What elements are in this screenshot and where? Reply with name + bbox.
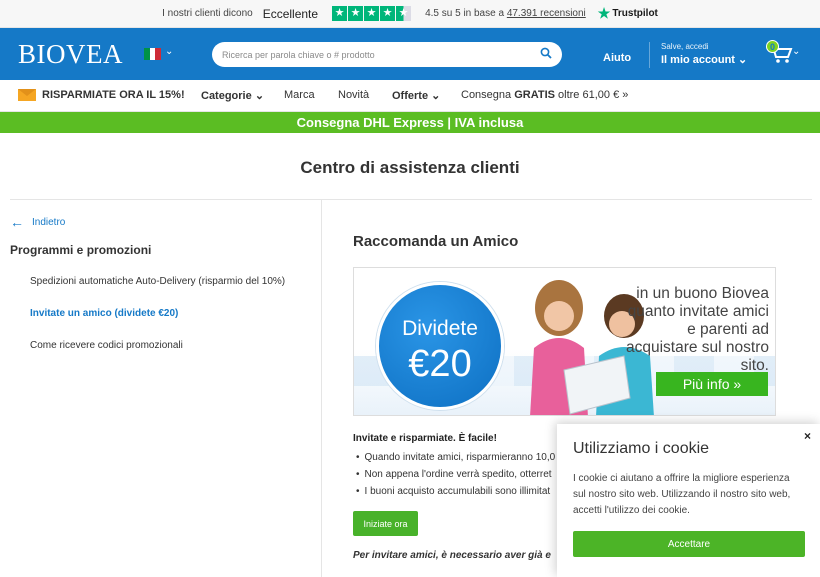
account-menu[interactable]: Salve, accedi Il mio account ⌄ <box>661 42 747 66</box>
list-item: Non appena l'ordine verrà spedito, otter… <box>356 469 555 486</box>
sidebar-title: Programmi e promozioni <box>10 243 152 257</box>
sidebar-item-promo-codes[interactable]: Come ricevere codici promozionali <box>30 340 183 351</box>
search-bar <box>212 42 562 67</box>
list-item: Quando invitate amici, risparmieranno 10… <box>356 452 556 469</box>
biovea-logo[interactable]: BIOVEA <box>18 39 123 70</box>
header-divider <box>649 42 650 68</box>
sidebar-item-auto-delivery[interactable]: Spedizioni automatiche Auto-Delivery (ri… <box>30 276 285 287</box>
star-icon: ★ <box>348 6 364 21</box>
main-nav: RISPARMIATE ORA IL 15%! Categorie ⌄ Marc… <box>0 80 820 112</box>
nav-free-shipping[interactable]: Consegna GRATIS oltre 61,00 € » <box>461 89 628 101</box>
chevron-down-icon: ⌄ <box>792 46 801 57</box>
page-title: Centro di assistenza clienti <box>300 158 520 177</box>
sidebar-item-refer-friend[interactable]: Invitate un amico (dividete €20) <box>30 308 178 319</box>
search-input[interactable] <box>222 49 540 60</box>
star-icon: ★ <box>380 6 396 21</box>
trust-stars: ★ ★ ★ ★ ★ <box>332 6 412 21</box>
nav-news[interactable]: Novità <box>338 89 369 101</box>
trustpilot-bar: I nostri clienti dicono Eccellente ★ ★ ★… <box>0 0 820 28</box>
help-link[interactable]: Aiuto <box>603 52 631 64</box>
close-icon[interactable]: × <box>804 429 811 443</box>
italy-flag-icon[interactable] <box>144 48 162 60</box>
nav-categories[interactable]: Categorie ⌄ <box>201 89 264 102</box>
reviews-link[interactable]: 47.391 recensioni <box>507 8 586 19</box>
star-icon: ★ <box>364 6 380 21</box>
start-button[interactable]: Iniziate ora <box>353 511 418 536</box>
cookie-dialog: Utilizziamo i cookie × I cookie ci aiuta… <box>557 424 820 577</box>
account-label: Il mio account ⌄ <box>661 54 748 66</box>
split-amount-badge: Dividete €20 <box>376 282 504 410</box>
column-divider <box>321 200 322 577</box>
more-info-button[interactable]: Più info » <box>656 372 768 396</box>
promo-link[interactable]: RISPARMIATE ORA IL 15%! <box>18 89 185 101</box>
cart-count-badge: 0 <box>766 40 779 53</box>
trust-intro: I nostri clienti dicono <box>162 8 253 19</box>
divider <box>10 199 812 200</box>
lead-text: Invitate e risparmiate. È facile! <box>353 433 497 444</box>
envelope-icon <box>18 89 36 101</box>
back-link[interactable]: ← Indietro <box>10 214 65 230</box>
cart-button[interactable]: 0 ⌄ <box>766 40 800 69</box>
nav-offers[interactable]: Offerte ⌄ <box>392 89 440 102</box>
site-header: BIOVEA ⌄ Aiuto Salve, accedi Il mio acco… <box>0 28 820 80</box>
chevron-down-icon: ⌄ <box>431 90 441 102</box>
chevron-down-icon[interactable]: ⌄ <box>165 46 173 57</box>
list-item: I buoni acquisto accumulabili sono illim… <box>356 486 555 503</box>
footnote: Per invitare amici, è necessario aver gi… <box>353 550 551 561</box>
arrow-left-icon: ← <box>10 214 24 230</box>
banner-text: in un buono Biovea quanto invitate amici… <box>625 285 769 374</box>
section-title: Raccomanda un Amico <box>353 233 519 250</box>
shipping-banner: Consegna DHL Express | IVA inclusa <box>0 112 820 133</box>
chevron-down-icon: ⌄ <box>254 90 265 102</box>
cookie-message: I cookie ci aiutano a offrire la miglior… <box>573 473 791 516</box>
trust-rating-word: Eccellente <box>262 6 319 21</box>
trustpilot-star-icon: ★ <box>597 5 611 21</box>
nav-brand[interactable]: Marca <box>284 89 315 101</box>
refer-friend-banner[interactable]: Dividete €20 in un buono Biovea quanto i… <box>353 267 776 416</box>
cookie-title: Utilizziamo i cookie <box>573 440 710 457</box>
search-icon[interactable] <box>540 47 552 62</box>
star-icon: ★ <box>332 6 348 21</box>
accept-cookies-button[interactable]: Accettare <box>573 531 805 557</box>
account-greeting: Salve, accedi <box>661 42 709 51</box>
trustpilot-logo[interactable]: ★ Trustpilot <box>598 5 658 22</box>
trust-score: 4.5 su 5 in base a 47.391 recensioni <box>425 8 586 19</box>
benefits-list: Quando invitate amici, risparmieranno 10… <box>356 452 556 503</box>
chevron-down-icon: ⌄ <box>738 54 748 66</box>
half-star-icon: ★ <box>396 6 412 21</box>
